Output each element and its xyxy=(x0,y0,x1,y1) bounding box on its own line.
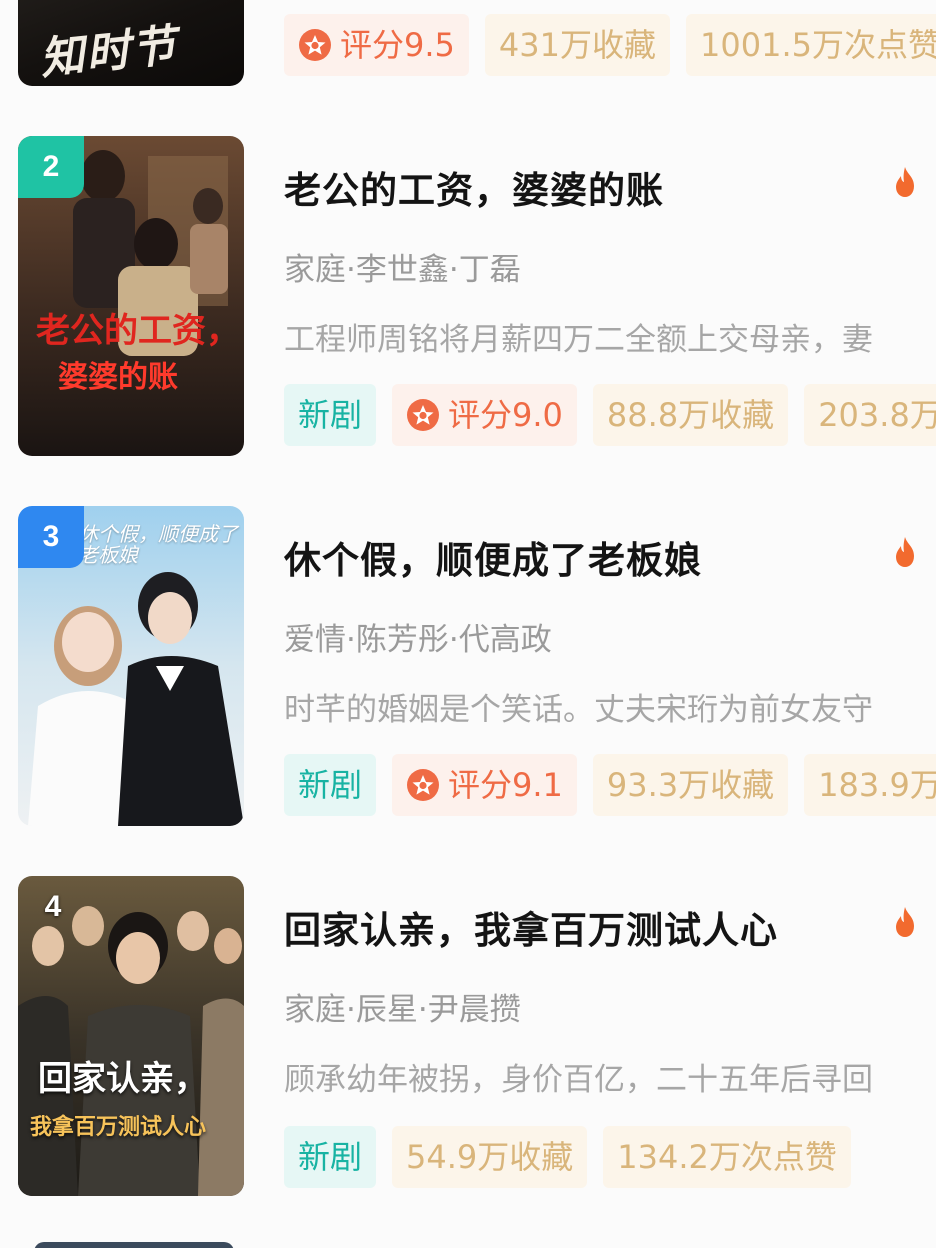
drama-synopsis: 工程师周铭将月薪四万二全额上交母亲，妻 xyxy=(284,322,873,358)
drama-cover[interactable]: 回家认亲， 我拿百万测试人心 4 xyxy=(18,876,244,1196)
drama-synopsis: 顾承幼年被拐，身价百亿，二十五年后寻回 xyxy=(284,1062,873,1098)
rank-badge: 3 xyxy=(18,506,84,568)
flame-icon xyxy=(896,167,914,197)
favorites-tag: 54.9万收藏 xyxy=(392,1126,588,1188)
drama-synopsis: 时芊的婚姻是个笑话。丈夫宋珩为前女友守 xyxy=(284,692,873,728)
score-tag: 评分9.0 xyxy=(392,384,577,446)
drama-cover[interactable]: 老公的工资， 婆婆的账 2 xyxy=(18,136,244,456)
drama-title[interactable]: 休个假，顺便成了老板娘 xyxy=(284,530,702,584)
cover-title-text: 回家认亲， xyxy=(38,1059,208,1099)
cover-title-text: 我拿百万测试人心 xyxy=(30,1114,207,1140)
flame-icon xyxy=(896,537,914,567)
star-badge-icon xyxy=(407,399,440,431)
cover-title-text: 知时节 xyxy=(37,19,181,85)
star-badge-icon xyxy=(299,29,331,61)
cover-title-text: 婆婆的账 xyxy=(58,360,178,395)
star-badge-icon xyxy=(407,769,440,801)
rank-badge: 4 xyxy=(44,890,62,923)
drama-meta: 家庭·辰星·尹晨攒 xyxy=(284,992,521,1028)
drama-item-4[interactable]: 回家认亲， 我拿百万测试人心 4 回家认亲，我拿百万测试人心 家庭·辰星·尹晨攒… xyxy=(0,876,936,1206)
tag-row: 评分9.5 431万收藏 1001.5万次点赞 xyxy=(284,14,936,76)
tag-row: 新剧 评分9.1 93.3万收藏 183.9万 xyxy=(284,754,936,816)
new-tag: 新剧 xyxy=(284,1126,377,1188)
cover-title-text: 休个假，顺便成了老板娘 xyxy=(78,522,238,567)
drama-title[interactable]: 回家认亲，我拿百万测试人心 xyxy=(284,900,778,954)
drama-title[interactable]: 老公的工资，婆婆的账 xyxy=(284,160,664,214)
drama-cover[interactable] xyxy=(34,1242,234,1248)
favorites-tag: 93.3万收藏 xyxy=(592,754,789,816)
drama-meta: 爱情·陈芳彤·代高政 xyxy=(284,622,552,658)
drama-item-2[interactable]: 老公的工资， 婆婆的账 2 老公的工资，婆婆的账 家庭·李世鑫·丁磊 工程师周铭… xyxy=(0,136,936,466)
drama-cover[interactable]: 休个假，顺便成了老板娘 3 xyxy=(18,506,244,826)
drama-meta: 家庭·李世鑫·丁磊 xyxy=(284,252,521,288)
rank-badge: 2 xyxy=(18,136,84,198)
likes-tag: 134.2万次点赞 xyxy=(603,1126,851,1188)
tag-row: 新剧 54.9万收藏 134.2万次点赞 xyxy=(284,1126,851,1188)
drama-item-3[interactable]: 休个假，顺便成了老板娘 3 休个假，顺便成了老板娘 爱情·陈芳彤·代高政 时芊的… xyxy=(0,506,936,836)
cover-title-text: 老公的工资， xyxy=(36,311,240,351)
new-tag: 新剧 xyxy=(284,754,377,816)
score-tag: 评分9.1 xyxy=(392,754,577,816)
score-tag: 评分9.5 xyxy=(284,14,469,76)
favorites-tag: 88.8万收藏 xyxy=(592,384,789,446)
new-tag: 新剧 xyxy=(284,384,377,446)
likes-tag: 203.8万 xyxy=(804,384,936,446)
drama-cover[interactable]: 知时节 xyxy=(18,0,244,86)
tag-row: 新剧 评分9.0 88.8万收藏 203.8万 xyxy=(284,384,936,446)
favorites-tag: 431万收藏 xyxy=(484,14,670,76)
flame-icon xyxy=(896,907,914,937)
likes-tag: 183.9万 xyxy=(804,754,936,816)
likes-tag: 1001.5万次点赞 xyxy=(686,14,936,76)
drama-ranking-list: 知时节 评分9.5 431万收藏 1001.5万次点赞 老公的工资， 婆婆的账 … xyxy=(0,0,936,1248)
drama-item-1[interactable]: 知时节 评分9.5 431万收藏 1001.5万次点赞 xyxy=(0,0,936,90)
